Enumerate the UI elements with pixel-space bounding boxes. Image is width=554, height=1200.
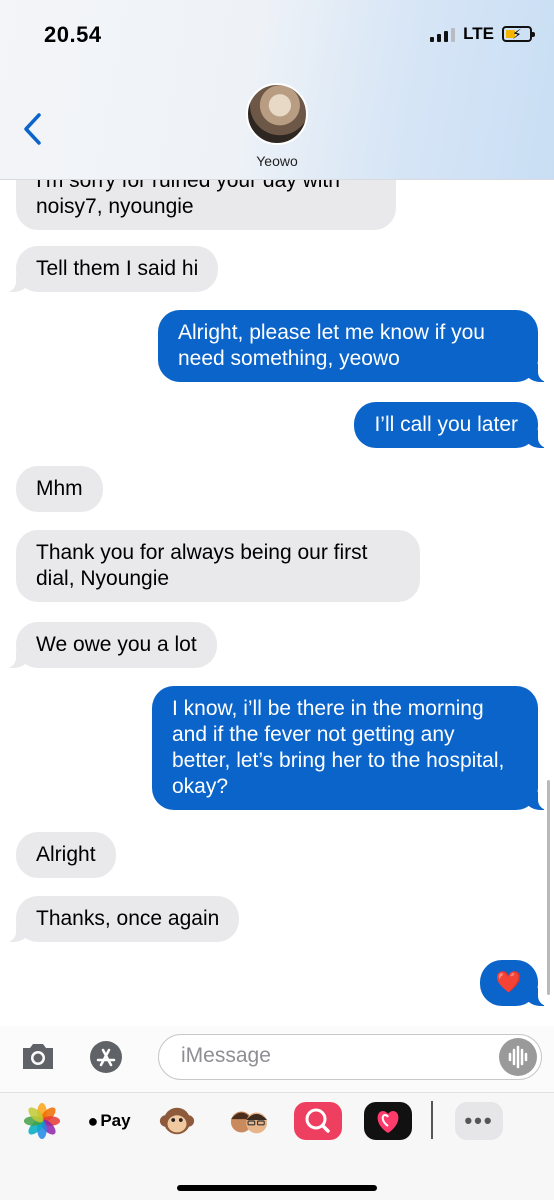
conversation-header: 20.54 LTE ⚡ Yeowo [0, 0, 554, 180]
camera-icon[interactable] [20, 1040, 56, 1072]
message-input-container[interactable] [158, 1034, 542, 1080]
contact-name[interactable]: Yeowo [0, 153, 554, 169]
message-bubble-incoming[interactable]: Thank you for always being our first dia… [16, 530, 420, 602]
audio-message-button[interactable] [499, 1038, 537, 1076]
monkey-memoji-button[interactable] [153, 1102, 201, 1140]
photos-icon [23, 1102, 61, 1140]
message-bubble-incoming[interactable]: Alright [16, 832, 116, 878]
home-indicator[interactable] [177, 1185, 377, 1191]
message-text: We owe you a lot [36, 633, 197, 656]
message-bubble-incoming[interactable]: Mhm [16, 466, 103, 512]
app-store-button[interactable] [90, 1041, 122, 1073]
network-label: LTE [463, 24, 494, 43]
photos-app-button[interactable] [22, 1102, 62, 1140]
apple-pay-button[interactable]: ● Pay [85, 1102, 133, 1140]
waveform-icon [508, 1045, 528, 1069]
message-input[interactable] [181, 1044, 481, 1068]
message-bubble-outgoing[interactable]: Alright, please let me know if you need … [158, 310, 548, 382]
message-text: Thanks, once again [36, 907, 220, 930]
more-icon: ••• [464, 1108, 494, 1133]
scrollbar[interactable] [547, 780, 550, 995]
memoji-icon [230, 1111, 268, 1134]
heart-app-button[interactable] [364, 1102, 412, 1140]
message-text: Alright [36, 843, 96, 866]
image-search-button[interactable] [294, 1102, 342, 1140]
monkey-memoji-icon [159, 1107, 195, 1135]
message-bubble-outgoing[interactable]: ❤️ [479, 960, 549, 1006]
image-search-icon [305, 1108, 330, 1133]
message-bubble-incoming[interactable]: Thanks, once again [5, 896, 240, 942]
more-apps-button[interactable]: ••• [455, 1102, 503, 1140]
message-bubble-incoming[interactable]: Tell them I said hi [5, 246, 219, 292]
message-text: Alright, please let me know if you need … [178, 321, 485, 370]
signal-icon [430, 26, 456, 42]
message-bubble-incoming[interactable]: We owe you a lot [6, 622, 217, 668]
battery-icon: ⚡ [502, 26, 535, 42]
heart-app-icon [377, 1111, 399, 1133]
message-text: Thank you for always being our first dia… [36, 541, 368, 590]
message-bubble-outgoing[interactable]: I know, i’ll be there in the morning and… [152, 686, 548, 810]
status-indicators: LTE ⚡ [430, 24, 535, 44]
heart-emoji: ❤️ [495, 971, 522, 994]
status-time: 20.54 [44, 22, 102, 47]
message-text: I know, i’ll be there in the morning and… [172, 697, 505, 798]
message-bubble-outgoing[interactable]: I’ll call you later [354, 402, 548, 448]
message-text: Mhm [36, 477, 83, 500]
memoji-button[interactable] [224, 1102, 274, 1140]
message-text: I’ll call you later [374, 413, 518, 436]
back-chevron-icon[interactable] [22, 112, 44, 146]
apple-pay-label: Pay [100, 1111, 131, 1130]
message-text: Tell them I said hi [36, 257, 199, 280]
apple-logo-icon: ● [87, 1110, 99, 1131]
contact-avatar[interactable] [246, 83, 308, 145]
app-store-icon [96, 1048, 116, 1067]
drawer-divider [431, 1101, 433, 1139]
